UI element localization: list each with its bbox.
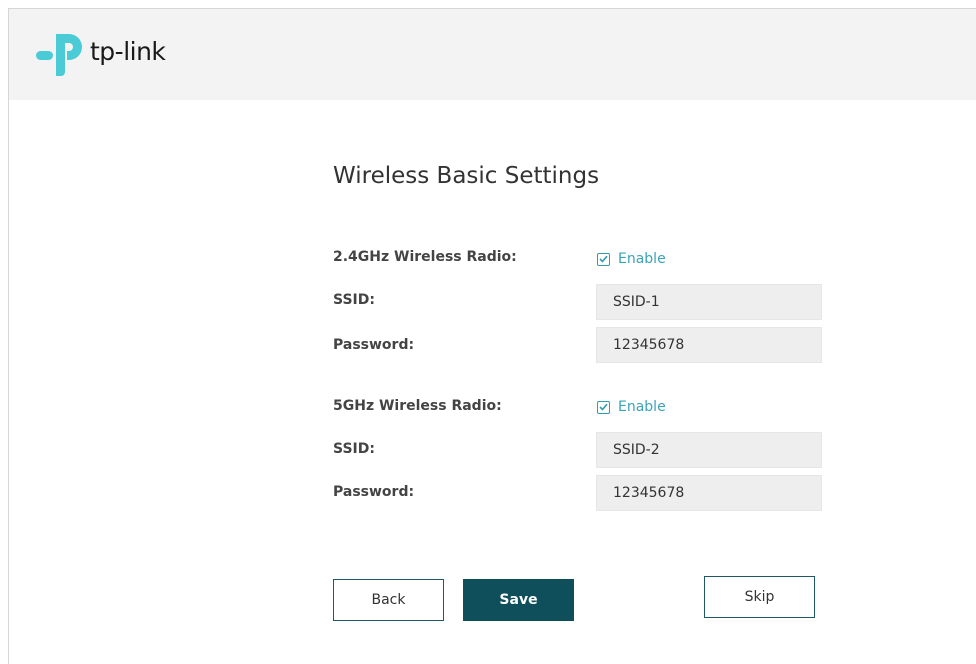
radio-5-ssid-label: SSID: [333, 441, 375, 457]
radio-24-password-input[interactable] [596, 327, 822, 363]
radio-5-enable-checkbox[interactable] [597, 400, 610, 414]
checkmark-icon [599, 255, 608, 263]
radio-5-password-label: Password: [333, 484, 415, 500]
radio-24-enable-checkbox[interactable] [597, 252, 610, 266]
radio-5-ssid-input[interactable] [596, 432, 822, 468]
setup-page: tp-link Wireless Basic Settings 2.4GHz W… [8, 8, 976, 664]
tp-link-logo-icon [36, 34, 82, 76]
radio-24-ssid-input[interactable] [596, 284, 822, 320]
radio-5-label: 5GHz Wireless Radio: [333, 398, 502, 414]
radio-5-password-input[interactable] [596, 475, 822, 511]
header-bar: tp-link [9, 9, 976, 100]
skip-button[interactable]: Skip [704, 576, 815, 618]
checkmark-icon [599, 403, 608, 411]
brand-logo: tp-link [36, 28, 166, 78]
radio-5-enable-toggle[interactable]: Enable [597, 399, 666, 415]
brand-name: tp-link [90, 36, 166, 66]
radio-5-enable-label: Enable [618, 399, 666, 415]
page-title: Wireless Basic Settings [333, 163, 600, 189]
radio-24-ssid-label: SSID: [333, 292, 375, 308]
back-button[interactable]: Back [333, 579, 444, 621]
save-button[interactable]: Save [463, 579, 574, 621]
radio-24-password-label: Password: [333, 337, 415, 353]
radio-24-label: 2.4GHz Wireless Radio: [333, 249, 517, 265]
radio-24-enable-label: Enable [618, 251, 666, 267]
radio-24-enable-toggle[interactable]: Enable [597, 251, 666, 267]
